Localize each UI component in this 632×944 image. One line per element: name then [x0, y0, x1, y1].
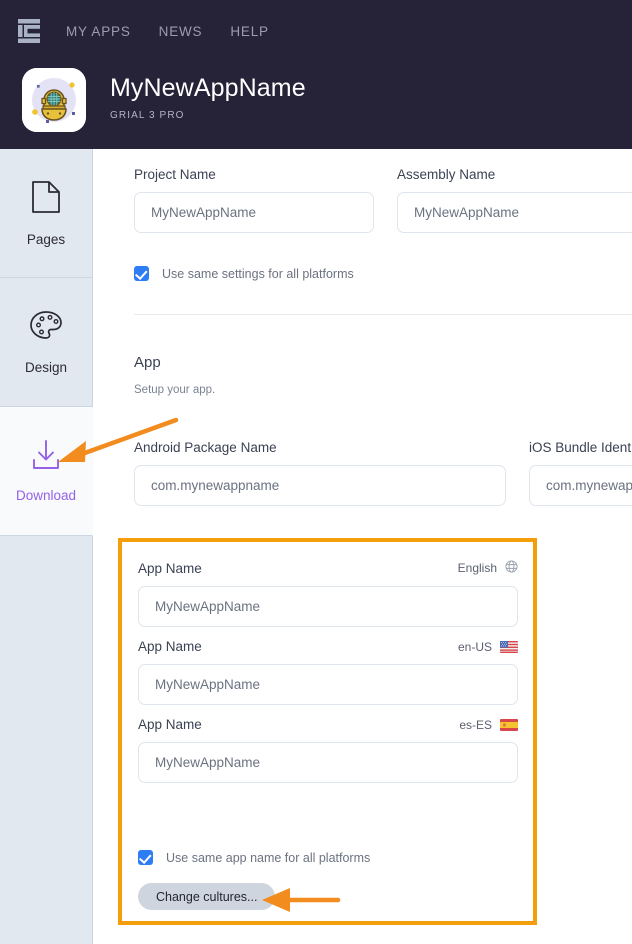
- ios-bundle-identifier-input[interactable]: com.mynewappname: [529, 465, 632, 506]
- sidebar-item-design[interactable]: Design: [0, 278, 92, 407]
- left-sidebar: Pages Design Download: [0, 149, 93, 944]
- app-edition-label: GRIAL 3 PRO: [110, 109, 185, 121]
- use-same-settings-checkbox[interactable]: [134, 266, 149, 281]
- android-package-name-label: Android Package Name: [134, 440, 277, 455]
- app-names-group: App Name English MyNewAppName App Name e…: [122, 542, 533, 910]
- nav-link-my-apps[interactable]: MY APPS: [66, 24, 131, 39]
- android-package-field-group: Android Package Name com.mynewappname: [134, 440, 506, 506]
- app-name-label-english: App Name: [138, 560, 202, 576]
- android-package-name-input[interactable]: com.mynewappname: [134, 465, 506, 506]
- app-name-field-group-english: App Name English MyNewAppName: [138, 560, 518, 627]
- sidebar-item-pages-label: Pages: [26, 231, 66, 247]
- ios-bundle-field-group: iOS Bundle Identifier com.mynewappname: [529, 440, 632, 506]
- assembly-name-label: Assembly Name: [397, 167, 496, 182]
- app-name-field-group-en-us: App Name en-US MyNewAppName: [138, 639, 518, 705]
- ios-bundle-identifier-label: iOS Bundle Identifier: [529, 440, 632, 455]
- culture-tag-en-us[interactable]: en-US: [458, 640, 518, 654]
- app-name-header-es-es: App Name es-ES: [138, 717, 518, 732]
- use-same-settings-label: Use same settings for all platforms: [162, 266, 354, 281]
- grial-app-window: MY APPS NEWS HELP MyNewAppName GRIAL 3 P…: [0, 0, 632, 944]
- culture-tag-es-es[interactable]: es-ES: [459, 718, 518, 732]
- app-title-block: MyNewAppName GRIAL 3 PRO: [110, 75, 306, 125]
- flag-us-icon: [500, 640, 518, 653]
- top-navbar: MY APPS NEWS HELP: [0, 0, 632, 62]
- section-divider: [134, 314, 632, 315]
- nav-link-help[interactable]: HELP: [230, 24, 268, 39]
- app-identity: MyNewAppName GRIAL 3 PRO: [22, 68, 306, 132]
- main-content: Project Name MyNewAppName Assembly Name …: [94, 149, 632, 944]
- flag-es-icon: [500, 718, 518, 731]
- diving-helmet-app-icon: [22, 68, 86, 132]
- app-names-highlight-box: App Name English MyNewAppName App Name e…: [118, 538, 537, 925]
- sidebar-item-download-label: Download: [15, 487, 77, 503]
- culture-tag-english[interactable]: English: [458, 560, 518, 576]
- app-section-title: App: [134, 354, 161, 371]
- app-name-input-en-us[interactable]: MyNewAppName: [138, 664, 518, 705]
- app-name-input-es-es[interactable]: MyNewAppName: [138, 742, 518, 783]
- use-same-appname-label: Use same app name for all platforms: [166, 850, 371, 865]
- app-name-label-en-us: App Name: [138, 639, 202, 654]
- grial-g-logo-icon[interactable]: [18, 19, 40, 43]
- use-same-settings-checkbox-row[interactable]: Use same settings for all platforms: [134, 266, 354, 281]
- use-same-appname-checkbox-row[interactable]: Use same app name for all platforms: [138, 850, 370, 865]
- app-name-header-english: App Name English: [138, 560, 518, 576]
- app-name-label-es-es: App Name: [138, 717, 202, 732]
- project-name-field-group: Project Name MyNewAppName: [134, 167, 374, 233]
- change-cultures-button[interactable]: Change cultures...: [138, 883, 276, 910]
- culture-label-english: English: [457, 561, 497, 575]
- use-same-appname-checkbox[interactable]: [138, 850, 153, 865]
- sidebar-item-design-label: Design: [24, 359, 68, 375]
- assembly-name-input[interactable]: MyNewAppName: [397, 192, 632, 233]
- nav-link-news[interactable]: NEWS: [159, 24, 203, 39]
- sidebar-item-download[interactable]: Download: [0, 407, 93, 536]
- nav-links: MY APPS NEWS HELP: [66, 24, 269, 39]
- globe-icon: [505, 560, 518, 576]
- app-name-header-en-us: App Name en-US: [138, 639, 518, 654]
- download-arrow-icon: [30, 439, 62, 475]
- culture-label-es-es: es-ES: [459, 717, 492, 732]
- assembly-name-field-group: Assembly Name MyNewAppName: [397, 167, 632, 233]
- project-assembly-row: Project Name MyNewAppName Assembly Name …: [134, 167, 632, 233]
- app-name-field-group-es-es: App Name es-ES MyNewAppName: [138, 717, 518, 783]
- page-document-icon: [31, 180, 61, 219]
- page-title: MyNewAppName: [110, 74, 306, 103]
- culture-label-en-us: en-US: [457, 639, 492, 654]
- package-identifier-row: Android Package Name com.mynewappname iO…: [134, 440, 632, 506]
- app-name-input-english[interactable]: MyNewAppName: [138, 586, 518, 627]
- paint-palette-icon: [29, 310, 63, 347]
- sidebar-item-pages[interactable]: Pages: [0, 149, 92, 278]
- app-section-subtitle: Setup your app.: [134, 384, 216, 396]
- project-name-label: Project Name: [134, 167, 216, 182]
- app-header: MY APPS NEWS HELP MyNewAppName GRIAL 3 P…: [0, 0, 632, 149]
- project-name-input[interactable]: MyNewAppName: [134, 192, 374, 233]
